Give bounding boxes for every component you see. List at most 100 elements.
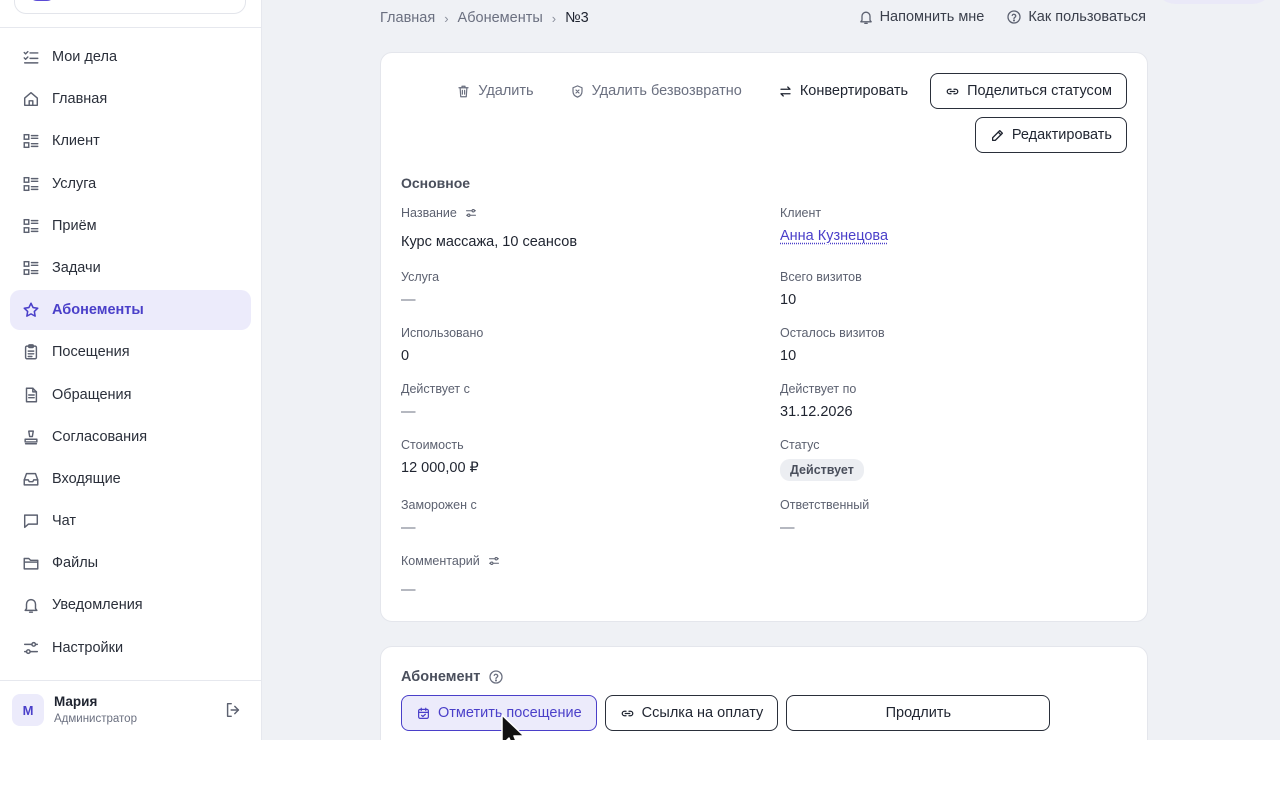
breadcrumb-home[interactable]: Главная [380, 10, 435, 26]
payment-link-label: Ссылка на оплату [641, 705, 764, 721]
pencil-icon [991, 129, 1003, 141]
delete-forever-button[interactable]: Удалить безвозвратно [556, 73, 756, 109]
field-value: — [401, 292, 416, 308]
field-value: — [401, 582, 416, 598]
help-circle-icon [1007, 10, 1021, 24]
mark-visit-button[interactable]: Отметить посещение [401, 695, 597, 731]
sidebar-item-label: Посещения [52, 344, 130, 361]
field-remaining: Осталось визитов 10 [780, 325, 1140, 364]
field-label: Ответственный [780, 498, 870, 512]
field-value: 31.12.2026 [780, 404, 853, 420]
calendar-check-icon [418, 707, 429, 719]
sidebar-item-label: Согласования [52, 428, 148, 445]
share-status-button[interactable]: Поделиться статусом [930, 73, 1127, 109]
sidebar-item-7[interactable]: Абонементы [10, 290, 251, 331]
sidebar-item-4[interactable]: Услуга [10, 164, 251, 204]
sidebar-item-label: Файлы [52, 555, 99, 572]
sidebar-item-13[interactable]: Файлы [10, 543, 251, 583]
field-label: Клиент [780, 206, 822, 220]
avatar[interactable]: М [12, 694, 44, 726]
sidebar-item-label: Приём [52, 217, 97, 234]
list-icon [22, 217, 40, 235]
sidebar-item-label: Входящие [52, 470, 121, 487]
star-icon [22, 301, 40, 319]
settings-sliders-icon [22, 639, 40, 657]
sidebar-item-9[interactable]: Обращения [10, 375, 251, 415]
payment-link-button[interactable]: Ссылка на оплату [604, 695, 779, 731]
main-content: Главная › Абонементы › №3 Напомнить мне … [262, 0, 1280, 740]
workspace-switcher[interactable] [14, 0, 246, 14]
field-comment: Комментарий — [401, 553, 761, 598]
field-value: — [780, 520, 795, 536]
subscription-section-title: Абонемент [401, 669, 504, 685]
field-label: Осталось визитов [780, 326, 885, 340]
field-service: Услуга — [401, 269, 761, 308]
sidebar-item-10[interactable]: Согласования [10, 417, 251, 457]
sidebar: Мои дела Главная Клиент Услуга Приём Задачи Аб… [0, 0, 262, 740]
user-panel: М Мария Администратор [12, 694, 248, 728]
help-link[interactable]: Как пользоваться [1006, 9, 1146, 25]
delete-button[interactable]: Удалить [442, 73, 547, 109]
help-circle-icon[interactable] [488, 669, 504, 685]
sidebar-item-label: Услуга [52, 175, 97, 192]
list-icon [22, 132, 40, 150]
subscription-actions-card: Абонемент Отметить посещение Ссылка на о… [380, 646, 1148, 740]
section-title: Основное [401, 175, 471, 191]
field-value: 0 [401, 348, 410, 364]
top-links: Напомнить мне Как пользоваться [858, 9, 1146, 25]
list-icon [22, 175, 40, 193]
sidebar-item-2[interactable]: Главная [10, 79, 251, 119]
field-name: Название Курс массажа, 10 сеансов [401, 205, 761, 250]
help-label: Как пользоваться [1028, 9, 1146, 25]
sidebar-item-11[interactable]: Входящие [10, 459, 251, 499]
field-value: 12 000,00 ₽ [401, 460, 479, 476]
document-icon [22, 386, 40, 404]
subscription-details-card: Удалить Удалить безвозвратно Конвертиров… [380, 52, 1148, 622]
field-label: Стоимость [401, 438, 464, 452]
link-icon [621, 710, 634, 716]
sidebar-item-6[interactable]: Задачи [10, 248, 251, 288]
field-label: Заморожен с [401, 498, 477, 512]
logout-icon[interactable] [224, 701, 242, 719]
sidebar-item-12[interactable]: Чат [10, 501, 251, 541]
client-link[interactable]: Анна Кузнецова [780, 228, 1140, 244]
sidebar-item-14[interactable]: Уведомления [10, 585, 251, 625]
field-value: — [401, 520, 416, 536]
field-label: Название [401, 206, 457, 220]
delete-label: Удалить [478, 83, 534, 99]
convert-label: Конвертировать [799, 83, 909, 99]
field-label: Услуга [401, 270, 440, 284]
convert-button[interactable]: Конвертировать [764, 73, 922, 109]
field-value: 10 [780, 292, 797, 308]
sidebar-item-label: Уведомления [52, 597, 143, 614]
sidebar-item-label: Задачи [52, 259, 101, 276]
logo-icon [29, 0, 55, 1]
field-total-visits: Всего визитов 10 [780, 269, 1140, 308]
bell-icon [22, 596, 40, 614]
sidebar-item-label: Обращения [52, 386, 132, 403]
breadcrumb-current: №3 [565, 10, 589, 26]
sidebar-item-1[interactable]: Мои дела [10, 37, 251, 77]
sidebar-item-8[interactable]: Посещения [10, 332, 251, 372]
extend-button[interactable]: Продлить [786, 695, 1051, 731]
arrows-swap-icon [780, 85, 791, 97]
field-value: 10 [780, 348, 797, 364]
sidebar-divider [0, 27, 261, 28]
sliders-icon[interactable] [488, 555, 500, 567]
sliders-icon[interactable] [465, 207, 477, 219]
link-icon [946, 88, 959, 94]
breadcrumb-section[interactable]: Абонементы [458, 10, 543, 26]
sidebar-item-label: Настройки [52, 639, 124, 656]
field-used: Использовано 0 [401, 325, 761, 364]
sidebar-item-3[interactable]: Клиент [10, 121, 251, 161]
sidebar-item-5[interactable]: Приём [10, 206, 251, 246]
field-value: — [401, 404, 416, 420]
sidebar-item-15[interactable]: Настройки [10, 628, 251, 668]
sidebar-item-label: Мои дела [52, 49, 118, 65]
sidebar-item-label: Чат [52, 513, 77, 530]
chat-icon [22, 512, 40, 530]
remind-me-link[interactable]: Напомнить мне [858, 9, 984, 25]
chevron-right-icon: › [551, 10, 557, 26]
subscription-title-label: Абонемент [401, 669, 481, 685]
edit-button[interactable]: Редактировать [974, 117, 1127, 153]
